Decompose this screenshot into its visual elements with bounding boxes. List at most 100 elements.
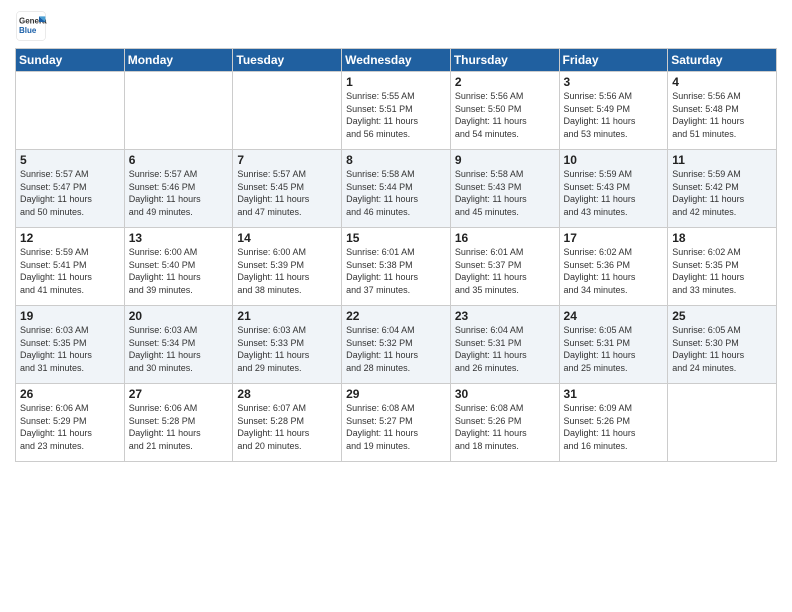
day-number: 7: [237, 153, 337, 167]
day-number: 10: [564, 153, 664, 167]
day-number: 15: [346, 231, 446, 245]
day-number: 3: [564, 75, 664, 89]
cell-info: Sunrise: 6:09 AM Sunset: 5:26 PM Dayligh…: [564, 402, 664, 452]
cell-info: Sunrise: 6:03 AM Sunset: 5:35 PM Dayligh…: [20, 324, 120, 374]
cell-info: Sunrise: 6:03 AM Sunset: 5:34 PM Dayligh…: [129, 324, 229, 374]
cell-info: Sunrise: 6:05 AM Sunset: 5:30 PM Dayligh…: [672, 324, 772, 374]
calendar-cell: 7Sunrise: 5:57 AM Sunset: 5:45 PM Daylig…: [233, 150, 342, 228]
calendar-cell: 20Sunrise: 6:03 AM Sunset: 5:34 PM Dayli…: [124, 306, 233, 384]
calendar-table: SundayMondayTuesdayWednesdayThursdayFrid…: [15, 48, 777, 462]
calendar-cell: 23Sunrise: 6:04 AM Sunset: 5:31 PM Dayli…: [450, 306, 559, 384]
calendar-cell: 11Sunrise: 5:59 AM Sunset: 5:42 PM Dayli…: [668, 150, 777, 228]
calendar-cell: 26Sunrise: 6:06 AM Sunset: 5:29 PM Dayli…: [16, 384, 125, 462]
calendar-cell: 12Sunrise: 5:59 AM Sunset: 5:41 PM Dayli…: [16, 228, 125, 306]
day-number: 6: [129, 153, 229, 167]
cell-info: Sunrise: 6:08 AM Sunset: 5:26 PM Dayligh…: [455, 402, 555, 452]
calendar-cell: 9Sunrise: 5:58 AM Sunset: 5:43 PM Daylig…: [450, 150, 559, 228]
day-header-tuesday: Tuesday: [233, 49, 342, 72]
day-header-sunday: Sunday: [16, 49, 125, 72]
day-number: 29: [346, 387, 446, 401]
day-number: 24: [564, 309, 664, 323]
calendar-cell: 21Sunrise: 6:03 AM Sunset: 5:33 PM Dayli…: [233, 306, 342, 384]
calendar-cell: 1Sunrise: 5:55 AM Sunset: 5:51 PM Daylig…: [342, 72, 451, 150]
day-number: 16: [455, 231, 555, 245]
calendar-cell: 4Sunrise: 5:56 AM Sunset: 5:48 PM Daylig…: [668, 72, 777, 150]
cell-info: Sunrise: 6:08 AM Sunset: 5:27 PM Dayligh…: [346, 402, 446, 452]
day-number: 4: [672, 75, 772, 89]
cell-info: Sunrise: 6:06 AM Sunset: 5:29 PM Dayligh…: [20, 402, 120, 452]
calendar-cell: 29Sunrise: 6:08 AM Sunset: 5:27 PM Dayli…: [342, 384, 451, 462]
cell-info: Sunrise: 5:59 AM Sunset: 5:41 PM Dayligh…: [20, 246, 120, 296]
day-number: 31: [564, 387, 664, 401]
calendar-cell: 25Sunrise: 6:05 AM Sunset: 5:30 PM Dayli…: [668, 306, 777, 384]
logo: General Blue: [15, 10, 51, 42]
page-container: General Blue SundayMondayTuesdayWednesda…: [0, 0, 792, 612]
calendar-cell: 5Sunrise: 5:57 AM Sunset: 5:47 PM Daylig…: [16, 150, 125, 228]
cell-info: Sunrise: 5:56 AM Sunset: 5:49 PM Dayligh…: [564, 90, 664, 140]
day-number: 27: [129, 387, 229, 401]
day-number: 1: [346, 75, 446, 89]
day-number: 21: [237, 309, 337, 323]
calendar-cell: 31Sunrise: 6:09 AM Sunset: 5:26 PM Dayli…: [559, 384, 668, 462]
day-number: 23: [455, 309, 555, 323]
calendar-cell: [16, 72, 125, 150]
day-number: 5: [20, 153, 120, 167]
calendar-cell: 15Sunrise: 6:01 AM Sunset: 5:38 PM Dayli…: [342, 228, 451, 306]
calendar-cell: 2Sunrise: 5:56 AM Sunset: 5:50 PM Daylig…: [450, 72, 559, 150]
day-number: 20: [129, 309, 229, 323]
day-number: 22: [346, 309, 446, 323]
day-number: 26: [20, 387, 120, 401]
calendar-cell: [124, 72, 233, 150]
cell-info: Sunrise: 6:03 AM Sunset: 5:33 PM Dayligh…: [237, 324, 337, 374]
calendar-week-1: 1Sunrise: 5:55 AM Sunset: 5:51 PM Daylig…: [16, 72, 777, 150]
day-number: 8: [346, 153, 446, 167]
day-number: 12: [20, 231, 120, 245]
cell-info: Sunrise: 6:02 AM Sunset: 5:36 PM Dayligh…: [564, 246, 664, 296]
cell-info: Sunrise: 6:06 AM Sunset: 5:28 PM Dayligh…: [129, 402, 229, 452]
calendar-week-4: 19Sunrise: 6:03 AM Sunset: 5:35 PM Dayli…: [16, 306, 777, 384]
day-header-monday: Monday: [124, 49, 233, 72]
calendar-cell: 3Sunrise: 5:56 AM Sunset: 5:49 PM Daylig…: [559, 72, 668, 150]
header: General Blue: [15, 10, 777, 42]
calendar-cell: 19Sunrise: 6:03 AM Sunset: 5:35 PM Dayli…: [16, 306, 125, 384]
day-number: 14: [237, 231, 337, 245]
calendar-cell: 27Sunrise: 6:06 AM Sunset: 5:28 PM Dayli…: [124, 384, 233, 462]
day-number: 13: [129, 231, 229, 245]
logo-icon: General Blue: [15, 10, 47, 42]
day-header-saturday: Saturday: [668, 49, 777, 72]
calendar-week-3: 12Sunrise: 5:59 AM Sunset: 5:41 PM Dayli…: [16, 228, 777, 306]
cell-info: Sunrise: 5:56 AM Sunset: 5:48 PM Dayligh…: [672, 90, 772, 140]
calendar-cell: 30Sunrise: 6:08 AM Sunset: 5:26 PM Dayli…: [450, 384, 559, 462]
day-number: 19: [20, 309, 120, 323]
cell-info: Sunrise: 6:02 AM Sunset: 5:35 PM Dayligh…: [672, 246, 772, 296]
cell-info: Sunrise: 6:00 AM Sunset: 5:39 PM Dayligh…: [237, 246, 337, 296]
svg-text:Blue: Blue: [19, 26, 37, 35]
day-header-thursday: Thursday: [450, 49, 559, 72]
day-number: 17: [564, 231, 664, 245]
cell-info: Sunrise: 5:58 AM Sunset: 5:44 PM Dayligh…: [346, 168, 446, 218]
calendar-cell: 28Sunrise: 6:07 AM Sunset: 5:28 PM Dayli…: [233, 384, 342, 462]
calendar-cell: [233, 72, 342, 150]
calendar-cell: 18Sunrise: 6:02 AM Sunset: 5:35 PM Dayli…: [668, 228, 777, 306]
cell-info: Sunrise: 6:05 AM Sunset: 5:31 PM Dayligh…: [564, 324, 664, 374]
calendar-cell: 10Sunrise: 5:59 AM Sunset: 5:43 PM Dayli…: [559, 150, 668, 228]
day-number: 11: [672, 153, 772, 167]
calendar-cell: [668, 384, 777, 462]
calendar-cell: 16Sunrise: 6:01 AM Sunset: 5:37 PM Dayli…: [450, 228, 559, 306]
day-number: 30: [455, 387, 555, 401]
calendar-cell: 24Sunrise: 6:05 AM Sunset: 5:31 PM Dayli…: [559, 306, 668, 384]
cell-info: Sunrise: 6:00 AM Sunset: 5:40 PM Dayligh…: [129, 246, 229, 296]
calendar-cell: 6Sunrise: 5:57 AM Sunset: 5:46 PM Daylig…: [124, 150, 233, 228]
calendar-cell: 13Sunrise: 6:00 AM Sunset: 5:40 PM Dayli…: [124, 228, 233, 306]
cell-info: Sunrise: 6:01 AM Sunset: 5:38 PM Dayligh…: [346, 246, 446, 296]
calendar-cell: 17Sunrise: 6:02 AM Sunset: 5:36 PM Dayli…: [559, 228, 668, 306]
cell-info: Sunrise: 6:04 AM Sunset: 5:31 PM Dayligh…: [455, 324, 555, 374]
day-header-friday: Friday: [559, 49, 668, 72]
cell-info: Sunrise: 5:58 AM Sunset: 5:43 PM Dayligh…: [455, 168, 555, 218]
day-number: 2: [455, 75, 555, 89]
day-number: 18: [672, 231, 772, 245]
cell-info: Sunrise: 6:04 AM Sunset: 5:32 PM Dayligh…: [346, 324, 446, 374]
cell-info: Sunrise: 6:01 AM Sunset: 5:37 PM Dayligh…: [455, 246, 555, 296]
cell-info: Sunrise: 5:57 AM Sunset: 5:45 PM Dayligh…: [237, 168, 337, 218]
calendar-week-5: 26Sunrise: 6:06 AM Sunset: 5:29 PM Dayli…: [16, 384, 777, 462]
